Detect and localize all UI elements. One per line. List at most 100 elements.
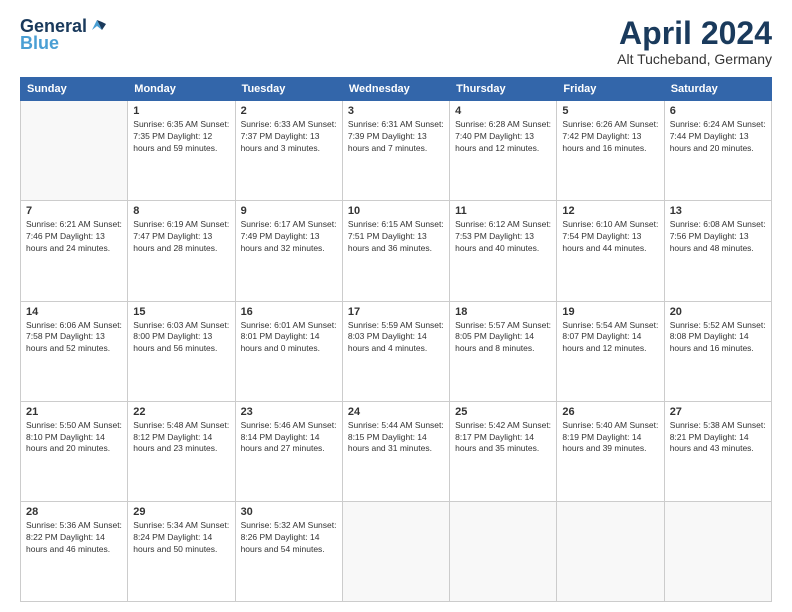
table-row (664, 501, 771, 601)
day-number: 22 (133, 406, 229, 418)
location-title: Alt Tucheband, Germany (617, 51, 772, 67)
header: General Blue April 2024 Alt Tucheband, G… (20, 16, 772, 67)
day-number: 4 (455, 105, 551, 117)
day-info: Sunrise: 5:52 AM Sunset: 8:08 PM Dayligh… (670, 320, 766, 356)
day-info: Sunrise: 6:01 AM Sunset: 8:01 PM Dayligh… (241, 320, 337, 356)
calendar-table: Sunday Monday Tuesday Wednesday Thursday… (20, 77, 772, 602)
logo: General Blue (20, 16, 106, 54)
table-row: 1Sunrise: 6:35 AM Sunset: 7:35 PM Daylig… (128, 101, 235, 201)
month-title: April 2024 (617, 16, 772, 51)
day-info: Sunrise: 5:44 AM Sunset: 8:15 PM Dayligh… (348, 420, 444, 456)
table-row: 4 Sunrise: 6:28 AM Sunset: 7:40 PM Daylig… (450, 101, 557, 201)
day-info: Sunrise: 5:42 AM Sunset: 8:17 PM Dayligh… (455, 420, 551, 456)
day-info: Sunrise: 5:57 AM Sunset: 8:05 PM Dayligh… (455, 320, 551, 356)
day-number: 19 (562, 306, 658, 318)
day-number: 16 (241, 306, 337, 318)
table-row: 27 Sunrise: 5:38 AM Sunset: 8:21 PM Dayli… (664, 401, 771, 501)
day-number: 15 (133, 306, 229, 318)
day-info: Sunrise: 6:08 AM Sunset: 7:56 PM Dayligh… (670, 219, 766, 255)
day-number: 3 (348, 105, 444, 117)
table-row: 15 Sunrise: 6:03 AM Sunset: 8:00 PM Dayli… (128, 301, 235, 401)
day-number: 21 (26, 406, 122, 418)
day-number: 18 (455, 306, 551, 318)
table-row: 13 Sunrise: 6:08 AM Sunset: 7:56 PM Dayli… (664, 201, 771, 301)
day-info: Sunrise: 5:38 AM Sunset: 8:21 PM Dayligh… (670, 420, 766, 456)
calendar-week-1: 1Sunrise: 6:35 AM Sunset: 7:35 PM Daylig… (21, 101, 772, 201)
table-row (557, 501, 664, 601)
day-number: 7 (26, 205, 122, 217)
table-row: 18 Sunrise: 5:57 AM Sunset: 8:05 PM Dayli… (450, 301, 557, 401)
col-friday: Friday (557, 78, 664, 101)
table-row: 22Sunrise: 5:48 AM Sunset: 8:12 PM Dayli… (128, 401, 235, 501)
table-row: 23Sunrise: 5:46 AM Sunset: 8:14 PM Dayli… (235, 401, 342, 501)
day-number: 25 (455, 406, 551, 418)
table-row (450, 501, 557, 601)
day-info: Sunrise: 5:54 AM Sunset: 8:07 PM Dayligh… (562, 320, 658, 356)
day-info: Sunrise: 6:26 AM Sunset: 7:42 PM Dayligh… (562, 119, 658, 155)
logo-text-blue: Blue (20, 33, 59, 54)
col-monday: Monday (128, 78, 235, 101)
table-row: 28Sunrise: 5:36 AM Sunset: 8:22 PM Dayli… (21, 501, 128, 601)
title-block: April 2024 Alt Tucheband, Germany (617, 16, 772, 67)
day-number: 17 (348, 306, 444, 318)
table-row: 17 Sunrise: 5:59 AM Sunset: 8:03 PM Dayli… (342, 301, 449, 401)
day-number: 12 (562, 205, 658, 217)
calendar-week-5: 28Sunrise: 5:36 AM Sunset: 8:22 PM Dayli… (21, 501, 772, 601)
table-row (21, 101, 128, 201)
table-row: 16 Sunrise: 6:01 AM Sunset: 8:01 PM Dayli… (235, 301, 342, 401)
day-number: 27 (670, 406, 766, 418)
day-info: Sunrise: 6:21 AM Sunset: 7:46 PM Dayligh… (26, 219, 122, 255)
day-number: 28 (26, 506, 122, 518)
day-info: Sunrise: 6:06 AM Sunset: 7:58 PM Dayligh… (26, 320, 122, 356)
day-number: 11 (455, 205, 551, 217)
day-info: Sunrise: 6:24 AM Sunset: 7:44 PM Dayligh… (670, 119, 766, 155)
day-info: Sunrise: 6:03 AM Sunset: 8:00 PM Dayligh… (133, 320, 229, 356)
table-row: 30 Sunrise: 5:32 AM Sunset: 8:26 PM Dayli… (235, 501, 342, 601)
table-row: 20Sunrise: 5:52 AM Sunset: 8:08 PM Dayli… (664, 301, 771, 401)
day-number: 30 (241, 506, 337, 518)
day-info: Sunrise: 5:34 AM Sunset: 8:24 PM Dayligh… (133, 520, 229, 556)
table-row: 7 Sunrise: 6:21 AM Sunset: 7:46 PM Daylig… (21, 201, 128, 301)
table-row: 10 Sunrise: 6:15 AM Sunset: 7:51 PM Dayli… (342, 201, 449, 301)
table-row: 25 Sunrise: 5:42 AM Sunset: 8:17 PM Dayli… (450, 401, 557, 501)
day-info: Sunrise: 6:28 AM Sunset: 7:40 PM Dayligh… (455, 119, 551, 155)
day-info: Sunrise: 6:31 AM Sunset: 7:39 PM Dayligh… (348, 119, 444, 155)
day-info: Sunrise: 5:40 AM Sunset: 8:19 PM Dayligh… (562, 420, 658, 456)
day-number: 24 (348, 406, 444, 418)
day-info: Sunrise: 5:32 AM Sunset: 8:26 PM Dayligh… (241, 520, 337, 556)
day-info: Sunrise: 5:59 AM Sunset: 8:03 PM Dayligh… (348, 320, 444, 356)
day-info: Sunrise: 6:15 AM Sunset: 7:51 PM Dayligh… (348, 219, 444, 255)
day-number: 8 (133, 205, 229, 217)
table-row: 3 Sunrise: 6:31 AM Sunset: 7:39 PM Daylig… (342, 101, 449, 201)
table-row: 26 Sunrise: 5:40 AM Sunset: 8:19 PM Dayli… (557, 401, 664, 501)
table-row: 14Sunrise: 6:06 AM Sunset: 7:58 PM Dayli… (21, 301, 128, 401)
table-row: 29Sunrise: 5:34 AM Sunset: 8:24 PM Dayli… (128, 501, 235, 601)
day-info: Sunrise: 6:33 AM Sunset: 7:37 PM Dayligh… (241, 119, 337, 155)
day-number: 10 (348, 205, 444, 217)
table-row: 2 Sunrise: 6:33 AM Sunset: 7:37 PM Daylig… (235, 101, 342, 201)
calendar-week-4: 21 Sunrise: 5:50 AM Sunset: 8:10 PM Dayli… (21, 401, 772, 501)
logo-icon (88, 16, 106, 34)
table-row: 12 Sunrise: 6:10 AM Sunset: 7:54 PM Dayli… (557, 201, 664, 301)
day-info: Sunrise: 6:19 AM Sunset: 7:47 PM Dayligh… (133, 219, 229, 255)
day-number: 5 (562, 105, 658, 117)
day-info: Sunrise: 6:17 AM Sunset: 7:49 PM Dayligh… (241, 219, 337, 255)
day-info: Sunrise: 6:10 AM Sunset: 7:54 PM Dayligh… (562, 219, 658, 255)
table-row: 19 Sunrise: 5:54 AM Sunset: 8:07 PM Dayli… (557, 301, 664, 401)
col-tuesday: Tuesday (235, 78, 342, 101)
table-row: 11 Sunrise: 6:12 AM Sunset: 7:53 PM Dayli… (450, 201, 557, 301)
header-row: Sunday Monday Tuesday Wednesday Thursday… (21, 78, 772, 101)
col-thursday: Thursday (450, 78, 557, 101)
calendar-week-3: 14Sunrise: 6:06 AM Sunset: 7:58 PM Dayli… (21, 301, 772, 401)
day-info: Sunrise: 6:35 AM Sunset: 7:35 PM Dayligh… (133, 119, 229, 155)
day-number: 26 (562, 406, 658, 418)
table-row: 8 Sunrise: 6:19 AM Sunset: 7:47 PM Daylig… (128, 201, 235, 301)
day-number: 13 (670, 205, 766, 217)
calendar-week-2: 7 Sunrise: 6:21 AM Sunset: 7:46 PM Daylig… (21, 201, 772, 301)
table-row: 24 Sunrise: 5:44 AM Sunset: 8:15 PM Dayli… (342, 401, 449, 501)
day-info: Sunrise: 5:50 AM Sunset: 8:10 PM Dayligh… (26, 420, 122, 456)
day-number: 2 (241, 105, 337, 117)
day-number: 9 (241, 205, 337, 217)
day-info: Sunrise: 6:12 AM Sunset: 7:53 PM Dayligh… (455, 219, 551, 255)
table-row: 5 Sunrise: 6:26 AM Sunset: 7:42 PM Daylig… (557, 101, 664, 201)
